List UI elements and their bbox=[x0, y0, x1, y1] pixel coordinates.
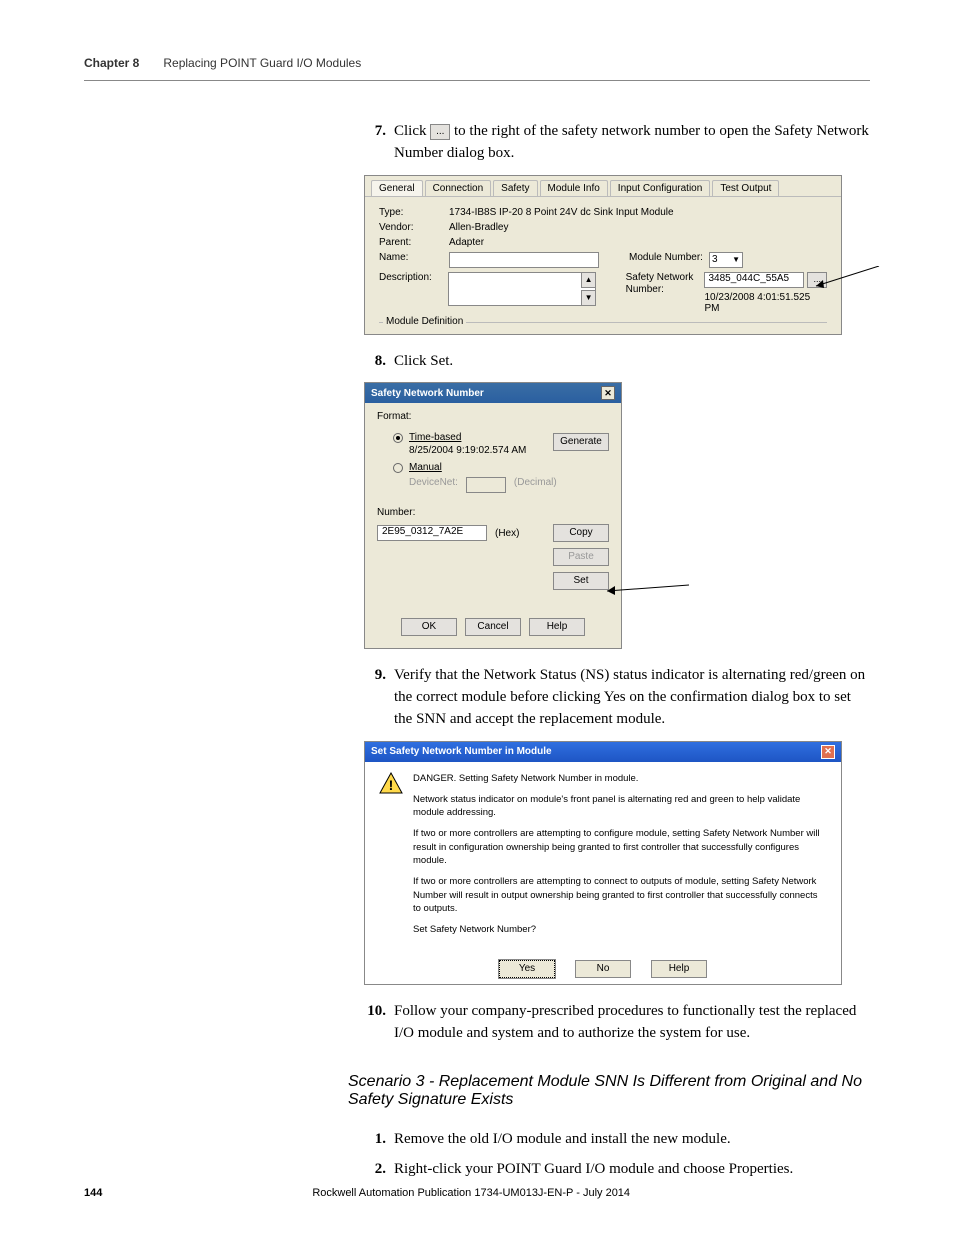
step-7: 7. Click ... to the right of the safety … bbox=[364, 121, 870, 165]
scroll-up-icon[interactable]: ▲ bbox=[581, 273, 595, 288]
radio-icon bbox=[393, 433, 403, 443]
chapter-label: Chapter 8 bbox=[84, 56, 139, 70]
tab-input-config[interactable]: Input Configuration bbox=[610, 180, 711, 196]
value-vendor: Allen-Bradley bbox=[449, 222, 508, 233]
cancel-button[interactable]: Cancel bbox=[465, 618, 521, 636]
step-10: 10. Follow your company-prescribed proce… bbox=[364, 1001, 870, 1045]
paste-button[interactable]: Paste bbox=[553, 548, 609, 566]
radio-icon bbox=[393, 463, 403, 473]
svg-text:!: ! bbox=[389, 777, 394, 793]
step-text: Remove the old I/O module and install th… bbox=[394, 1129, 870, 1151]
tab-module-info[interactable]: Module Info bbox=[540, 180, 608, 196]
label-decimal: (Decimal) bbox=[514, 477, 557, 493]
time-based-value: 8/25/2004 9:19:02.574 AM bbox=[409, 445, 526, 456]
tab-general[interactable]: General bbox=[371, 180, 423, 196]
radio-time-based[interactable]: Time-based bbox=[393, 432, 526, 443]
step-8: 8. Click Set. bbox=[364, 351, 870, 373]
step-text: Click ... to the right of the safety net… bbox=[394, 121, 870, 165]
help-button[interactable]: Help bbox=[651, 960, 707, 978]
module-properties-dialog: General Connection Safety Module Info In… bbox=[364, 175, 842, 335]
module-number-select[interactable]: 3▼ bbox=[709, 252, 743, 268]
label-parent: Parent: bbox=[379, 237, 449, 248]
tab-test-output[interactable]: Test Output bbox=[712, 180, 779, 196]
label-devicenet: DeviceNet: bbox=[409, 477, 458, 493]
scroll-down-icon[interactable]: ▼ bbox=[581, 290, 595, 305]
danger-p2: Network status indicator on module's fro… bbox=[413, 793, 827, 820]
label-name: Name: bbox=[379, 252, 449, 268]
generate-button[interactable]: Generate bbox=[553, 433, 609, 451]
label-number: Number: bbox=[377, 507, 609, 518]
label-description: Description: bbox=[379, 272, 448, 283]
danger-p3: If two or more controllers are attemptin… bbox=[413, 827, 827, 867]
chapter-title: Replacing POINT Guard I/O Modules bbox=[163, 56, 361, 70]
tab-strip: General Connection Safety Module Info In… bbox=[365, 176, 841, 197]
scenario-3-heading: Scenario 3 - Replacement Module SNN Is D… bbox=[348, 1073, 870, 1109]
close-icon[interactable]: ✕ bbox=[821, 745, 835, 759]
radio-manual[interactable]: Manual bbox=[393, 462, 609, 473]
label-snn: Safety Network Number: bbox=[626, 272, 705, 296]
step-text: Follow your company-prescribed procedure… bbox=[394, 1001, 870, 1045]
step-text: Right-click your POINT Guard I/O module … bbox=[394, 1159, 870, 1181]
label-hex: (Hex) bbox=[495, 528, 519, 539]
danger-p4: If two or more controllers are attemptin… bbox=[413, 875, 827, 915]
devicenet-input bbox=[466, 477, 506, 493]
danger-heading: DANGER. Setting Safety Network Number in… bbox=[413, 772, 827, 785]
step-number: 7. bbox=[364, 121, 386, 165]
number-input[interactable]: 2E95_0312_7A2E bbox=[377, 525, 487, 541]
warning-icon: ! bbox=[379, 772, 403, 794]
safety-network-number-dialog: Safety Network Number ✕ Format: Time-bas… bbox=[364, 382, 622, 649]
step-text: Click Set. bbox=[394, 351, 870, 373]
value-type: 1734-IB8S IP-20 8 Point 24V dc Sink Inpu… bbox=[449, 207, 674, 218]
dialog-titlebar: Safety Network Number ✕ bbox=[365, 383, 621, 403]
snn-ellipsis-button[interactable]: ... bbox=[807, 272, 827, 288]
dialog-title: Safety Network Number bbox=[371, 388, 484, 399]
step-number: 1. bbox=[364, 1129, 386, 1151]
dialog-titlebar: Set Safety Network Number in Module ✕ bbox=[365, 742, 841, 762]
label-vendor: Vendor: bbox=[379, 222, 449, 233]
step-number: 8. bbox=[364, 351, 386, 373]
page-footer: 144 Rockwell Automation Publication 1734… bbox=[84, 1187, 870, 1199]
label-module-number: Module Number: bbox=[629, 252, 709, 268]
close-icon[interactable]: ✕ bbox=[601, 386, 615, 400]
step-number: 10. bbox=[364, 1001, 386, 1045]
step-number: 2. bbox=[364, 1159, 386, 1181]
ellipsis-button-icon: ... bbox=[430, 124, 450, 140]
set-button[interactable]: Set bbox=[553, 572, 609, 590]
yes-button[interactable]: Yes bbox=[499, 960, 555, 978]
tab-safety[interactable]: Safety bbox=[493, 180, 537, 196]
step-text: Verify that the Network Status (NS) stat… bbox=[394, 665, 870, 730]
no-button[interactable]: No bbox=[575, 960, 631, 978]
danger-question: Set Safety Network Number? bbox=[413, 923, 827, 936]
set-snn-confirm-dialog: Set Safety Network Number in Module ✕ ! … bbox=[364, 741, 842, 986]
label-format: Format: bbox=[377, 411, 609, 422]
step-number: 9. bbox=[364, 665, 386, 730]
page-header: Chapter 8 Replacing POINT Guard I/O Modu… bbox=[84, 56, 870, 81]
ok-button[interactable]: OK bbox=[401, 618, 457, 636]
dialog-title: Set Safety Network Number in Module bbox=[371, 746, 552, 757]
tab-connection[interactable]: Connection bbox=[425, 180, 492, 196]
publication-id: Rockwell Automation Publication 1734-UM0… bbox=[312, 1187, 630, 1199]
value-parent: Adapter bbox=[449, 237, 484, 248]
chevron-down-icon: ▼ bbox=[732, 255, 740, 264]
help-button[interactable]: Help bbox=[529, 618, 585, 636]
snn-timestamp: 10/23/2008 4:01:51.525 PM bbox=[704, 292, 827, 314]
label-type: Type: bbox=[379, 207, 449, 218]
description-input[interactable]: ▲ ▼ bbox=[448, 272, 596, 306]
page-number: 144 bbox=[84, 1187, 102, 1199]
step-2-scenario3: 2. Right-click your POINT Guard I/O modu… bbox=[364, 1159, 870, 1181]
module-definition-fieldset: Module Definition bbox=[379, 322, 827, 334]
name-input[interactable] bbox=[449, 252, 599, 268]
step-9: 9. Verify that the Network Status (NS) s… bbox=[364, 665, 870, 730]
snn-input[interactable]: 3485_044C_55A5 bbox=[704, 272, 804, 288]
copy-button[interactable]: Copy bbox=[553, 524, 609, 542]
step-1-scenario3: 1. Remove the old I/O module and install… bbox=[364, 1129, 870, 1151]
